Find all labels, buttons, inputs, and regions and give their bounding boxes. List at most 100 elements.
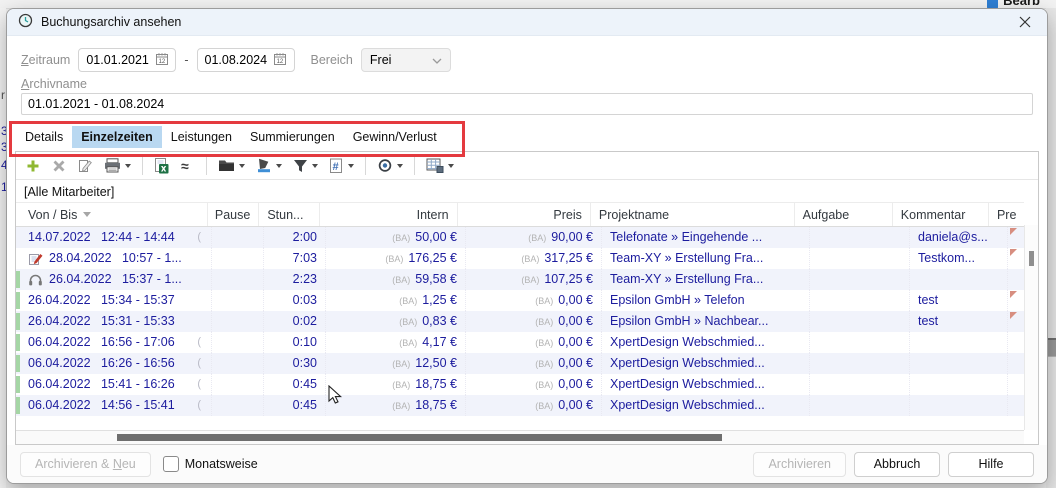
table-row[interactable]: 26.04.2022 15:31 - 15:33 0:02 (BA)0,83 €… [16, 311, 1024, 332]
pre-cell[interactable] [1008, 353, 1024, 374]
calendar-icon[interactable]: 12 [155, 52, 169, 69]
date-to-input[interactable]: 01.08.2024 12 [197, 48, 295, 72]
projektname-cell[interactable]: XpertDesign Webschmied... [602, 332, 810, 353]
folder-button[interactable] [216, 157, 247, 174]
number-sign-button[interactable]: # [327, 156, 356, 176]
stunden-cell[interactable]: 0:10 [264, 332, 326, 353]
pre-cell[interactable] [1008, 290, 1024, 311]
archive-button[interactable]: Archivieren [753, 452, 846, 477]
column-header-pre[interactable]: Pre [989, 203, 1024, 226]
intern-cell[interactable]: (BA)18,75 € [326, 374, 466, 395]
table-save-button[interactable] [424, 156, 456, 175]
tab-einzelzeiten[interactable]: Einzelzeiten [72, 126, 162, 148]
aufgabe-cell[interactable] [810, 227, 910, 248]
preis-cell[interactable]: (BA)0,00 € [466, 374, 602, 395]
pause-cell[interactable] [212, 332, 264, 353]
dropdown-arrow-icon[interactable] [397, 164, 403, 168]
preis-cell[interactable]: (BA)107,25 € [466, 269, 602, 290]
intern-cell[interactable]: (BA)59,58 € [326, 269, 466, 290]
filter-button[interactable] [291, 157, 320, 175]
table-row[interactable]: 06.04.2022 15:41 - 16:26 ( 0:45 (BA)18,7… [16, 374, 1024, 395]
column-header-intern[interactable]: Intern [320, 203, 457, 226]
monatsweise-checkbox[interactable]: Monatsweise [163, 456, 258, 472]
table-row[interactable]: 28.04.2022 10:57 - 1... 7:03 (BA)176,25 … [16, 248, 1024, 269]
projektname-cell[interactable]: XpertDesign Webschmied... [602, 395, 810, 416]
pause-cell[interactable] [212, 311, 264, 332]
projektname-cell[interactable]: Team-XY » Erstellung Fra... [602, 269, 810, 290]
table-row[interactable]: 14.07.2022 12:44 - 14:44 ( 2:00 (BA)50,0… [16, 227, 1024, 248]
kommentar-cell[interactable] [910, 374, 1008, 395]
projektname-cell[interactable]: Epsilon GmbH » Nachbear... [602, 311, 810, 332]
preis-cell[interactable]: (BA)0,00 € [466, 290, 602, 311]
dropdown-arrow-icon[interactable] [239, 164, 245, 168]
kommentar-cell[interactable]: daniela@s... [910, 227, 1008, 248]
dialog-titlebar[interactable]: Buchungsarchiv ansehen [7, 9, 1047, 36]
column-header-aufgabe[interactable]: Aufgabe [795, 203, 893, 226]
tab-summierungen[interactable]: Summierungen [241, 126, 344, 148]
kommentar-cell[interactable]: test [910, 290, 1008, 311]
intern-cell[interactable]: (BA)0,83 € [326, 311, 466, 332]
column-header-preis[interactable]: Preis [458, 203, 591, 226]
stunden-cell[interactable]: 7:03 [264, 248, 326, 269]
pause-cell[interactable] [212, 227, 264, 248]
stunden-cell[interactable]: 0:30 [264, 353, 326, 374]
vertical-scrollbar[interactable] [1024, 225, 1038, 430]
aufgabe-cell[interactable] [810, 353, 910, 374]
delete-button[interactable] [50, 157, 68, 175]
projektname-cell[interactable]: XpertDesign Webschmied... [602, 353, 810, 374]
stunden-cell[interactable]: 0:45 [264, 395, 326, 416]
column-header-projektname[interactable]: Projektname [591, 203, 795, 226]
vertical-scrollbar-thumb[interactable] [1029, 251, 1034, 266]
pre-cell[interactable] [1008, 311, 1024, 332]
horizontal-scrollbar[interactable] [16, 430, 1024, 444]
excel-export-button[interactable] [152, 156, 171, 176]
column-header-von-bis[interactable]: Von / Bis [16, 203, 208, 226]
table-row[interactable]: 06.04.2022 16:26 - 16:56 ( 0:30 (BA)12,5… [16, 353, 1024, 374]
projektname-cell[interactable]: Team-XY » Erstellung Fra... [602, 248, 810, 269]
pre-cell[interactable] [1008, 269, 1024, 290]
pause-cell[interactable] [212, 290, 264, 311]
horizontal-scrollbar-thumb[interactable] [117, 434, 722, 441]
preis-cell[interactable]: (BA)90,00 € [466, 227, 602, 248]
aufgabe-cell[interactable] [810, 374, 910, 395]
projektname-cell[interactable]: XpertDesign Webschmied... [602, 374, 810, 395]
kommentar-cell[interactable]: test [910, 311, 1008, 332]
tab-leistungen[interactable]: Leistungen [162, 126, 241, 148]
dropdown-arrow-icon[interactable] [348, 164, 354, 168]
intern-cell[interactable]: (BA)176,25 € [326, 248, 466, 269]
kommentar-cell[interactable]: Testkom... [910, 248, 1008, 269]
pre-cell[interactable] [1008, 332, 1024, 353]
tab-details[interactable]: Details [16, 126, 72, 148]
aufgabe-cell[interactable] [810, 269, 910, 290]
column-header-pause[interactable]: Pause [208, 203, 259, 226]
pause-cell[interactable] [212, 353, 264, 374]
view-button[interactable] [375, 156, 405, 175]
aufgabe-cell[interactable] [810, 332, 910, 353]
approximate-button[interactable]: ≈ [178, 157, 197, 175]
table-row[interactable]: 26.04.2022 15:37 - 1... 2:23 (BA)59,58 €… [16, 269, 1024, 290]
calendar-icon[interactable]: 12 [273, 52, 287, 69]
preis-cell[interactable]: (BA)0,00 € [466, 311, 602, 332]
kommentar-cell[interactable] [910, 395, 1008, 416]
add-button[interactable] [23, 156, 43, 176]
dropdown-arrow-icon[interactable] [448, 164, 454, 168]
preis-cell[interactable]: (BA)317,25 € [466, 248, 602, 269]
intern-cell[interactable]: (BA)18,75 € [326, 395, 466, 416]
preis-cell[interactable]: (BA)0,00 € [466, 353, 602, 374]
date-from-input[interactable]: 01.01.2021 12 [78, 48, 176, 72]
close-button[interactable] [1014, 12, 1036, 32]
kommentar-cell[interactable] [910, 353, 1008, 374]
kommentar-cell[interactable] [910, 269, 1008, 290]
print-button[interactable] [102, 156, 133, 175]
aufgabe-cell[interactable] [810, 290, 910, 311]
dropdown-arrow-icon[interactable] [276, 164, 282, 168]
projektname-cell[interactable]: Epsilon GmbH » Telefon [602, 290, 810, 311]
highlight-button[interactable] [254, 156, 284, 175]
pause-cell[interactable] [212, 248, 264, 269]
edit-button[interactable] [75, 156, 95, 176]
table-row[interactable]: 26.04.2022 15:34 - 15:37 0:03 (BA)1,25 €… [16, 290, 1024, 311]
projektname-cell[interactable]: Telefonate » Eingehende ... [602, 227, 810, 248]
stunden-cell[interactable]: 0:02 [264, 311, 326, 332]
aufgabe-cell[interactable] [810, 395, 910, 416]
pre-cell[interactable] [1008, 227, 1024, 248]
